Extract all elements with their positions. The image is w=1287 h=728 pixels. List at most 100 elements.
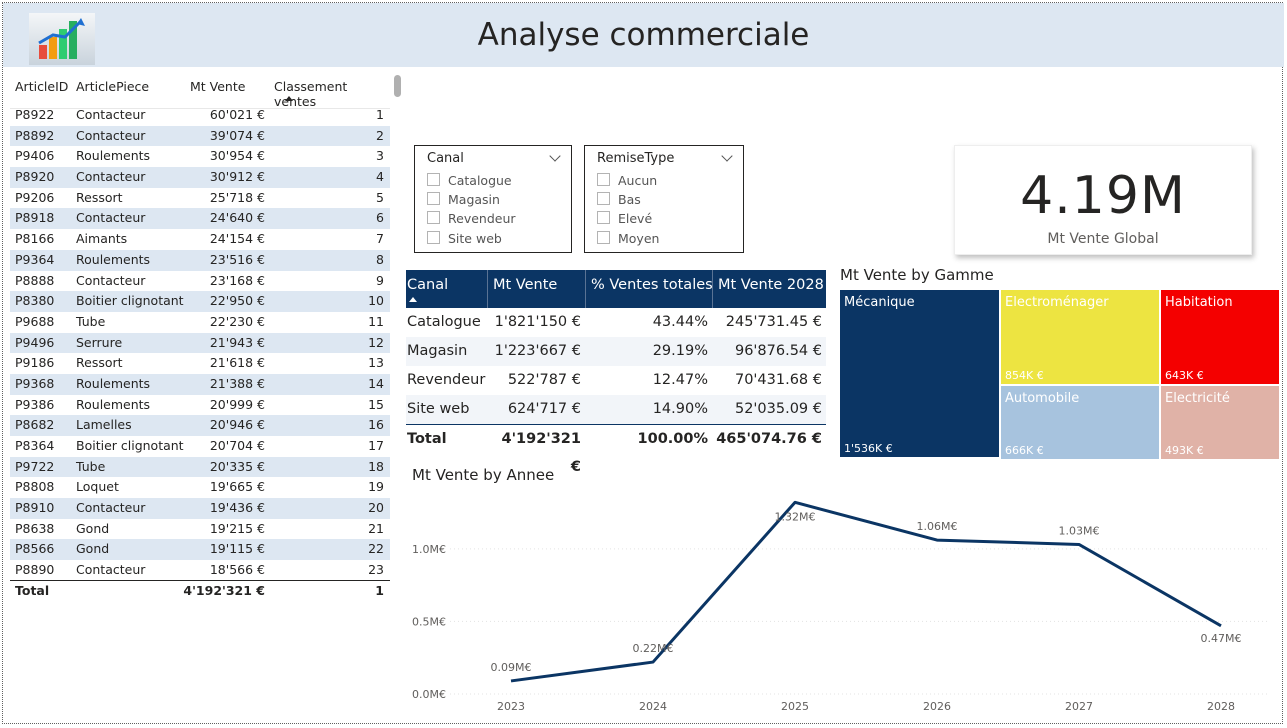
table-row[interactable]: P9688 Tube 22'230 € 11 <box>10 312 390 333</box>
cell-articlepiece: Aimants <box>76 231 128 247</box>
slicer-option-catalogue[interactable]: Catalogue <box>427 172 512 190</box>
treemap-tile-electromenager[interactable]: Electroménager 854K € <box>1001 290 1161 386</box>
column-divider <box>712 270 713 308</box>
option-label: Catalogue <box>448 173 512 188</box>
treemap-tile-habitation[interactable]: Habitation 643K € <box>1161 290 1279 386</box>
table-row[interactable]: P8808 Loquet 19'665 € 19 <box>10 477 390 498</box>
column-header-pct-ventes[interactable]: % Ventes totales <box>591 277 713 293</box>
canal-sales-table[interactable]: Canal Mt Vente % Ventes totales Mt Vente… <box>406 270 826 475</box>
x-tick-label: 2024 <box>639 700 667 713</box>
cell-pct: 43.44% <box>652 314 708 330</box>
table-row[interactable]: P8922 Contacteur 60'021 € 1 <box>10 105 390 126</box>
slicer-option-revendeur[interactable]: Revendeur <box>427 210 516 228</box>
checkbox-icon[interactable] <box>597 211 610 224</box>
table-row[interactable]: P8682 Lamelles 20'946 € 16 <box>10 415 390 436</box>
tile-value: 1'536K € <box>844 442 893 455</box>
table-row[interactable]: P8890 Contacteur 18'566 € 23 <box>10 560 390 581</box>
cell-articleid: P9688 <box>15 313 55 329</box>
table-row[interactable]: P8888 Contacteur 23'168 € 9 <box>10 271 390 292</box>
table-row[interactable]: Catalogue 1'821'150 € 43.44% 245'731.45 … <box>406 308 826 337</box>
option-label: Moyen <box>618 231 660 246</box>
treemap-tile-mecanique[interactable]: Mécanique 1'536K € <box>840 290 1001 459</box>
slicer-remisetype[interactable]: RemiseType Aucun Bas Elevé Moyen <box>584 145 744 253</box>
treemap-gamme[interactable]: Mécanique 1'536K € Electroménager 854K €… <box>840 290 1279 459</box>
column-header-canal[interactable]: Canal <box>407 277 448 293</box>
treemap-tile-automobile[interactable]: Automobile 666K € <box>1001 386 1161 459</box>
table-row[interactable]: Magasin 1'223'667 € 29.19% 96'876.54 € <box>406 337 826 366</box>
cell-classement: 8 <box>376 251 384 267</box>
table-row[interactable]: P8566 Gond 19'115 € 22 <box>10 539 390 561</box>
column-header-articleid[interactable]: ArticleID <box>15 79 68 94</box>
table-row[interactable]: P8918 Contacteur 24'640 € 6 <box>10 208 390 230</box>
slicer-option-magasin[interactable]: Magasin <box>427 191 500 209</box>
column-divider <box>487 270 488 308</box>
slicer-option-eleve[interactable]: Elevé <box>597 210 652 228</box>
checkbox-icon[interactable] <box>427 173 440 186</box>
table-row[interactable]: P9368 Roulements 21'388 € 14 <box>10 373 390 395</box>
cell-mt-vente: 19'115 € <box>209 541 265 557</box>
table-row[interactable]: P8166 Aimants 24'154 € 7 <box>10 229 390 250</box>
chevron-down-icon[interactable] <box>721 150 733 162</box>
table-row[interactable]: Site web 624'717 € 14.90% 52'035.09 € <box>406 395 826 424</box>
article-sales-table[interactable]: ArticleID ArticlePiece Mt Vente Classeme… <box>10 74 390 598</box>
cell-mt-vente: 19'665 € <box>209 479 265 495</box>
cell-classement: 18 <box>368 458 384 474</box>
table-row[interactable]: Revendeur 522'787 € 12.47% 70'431.68 € <box>406 366 826 395</box>
y-tick-label: 0.5M€ <box>412 615 446 628</box>
table-row[interactable]: P9406 Roulements 30'954 € 3 <box>10 146 390 167</box>
checkbox-icon[interactable] <box>427 192 440 205</box>
chevron-down-icon[interactable] <box>549 150 561 162</box>
table-row[interactable]: P9186 Ressort 21'618 € 13 <box>10 353 390 374</box>
option-label: Elevé <box>618 211 653 226</box>
cell-articlepiece: Lamelles <box>76 417 132 433</box>
column-header-mt-vente[interactable]: Mt Vente <box>493 277 557 293</box>
line-chart-title: Mt Vente by Annee <box>412 466 555 484</box>
table-row[interactable]: P9364 Roulements 23'516 € 8 <box>10 249 390 271</box>
slicer-canal[interactable]: Canal Catalogue Magasin Revendeur Site w… <box>414 145 572 253</box>
checkbox-icon[interactable] <box>427 231 440 244</box>
line-chart-annee[interactable]: 0.0M€ 0.5M€ 1.0M€ 2023 2024 2025 2026 2027 2028 0… <box>400 488 1280 720</box>
table-row[interactable]: P8380 Boitier clignotant 22'950 €10 <box>10 291 390 312</box>
table-row[interactable]: P9206 Ressort 25'718 € 5 <box>10 188 390 209</box>
series-line <box>510 500 1222 683</box>
column-header-articlepiece[interactable]: ArticlePiece <box>76 79 149 94</box>
slicer-option-moyen[interactable]: Moyen <box>597 230 659 248</box>
table-row[interactable]: P8920 Contacteur 30'912 € 4 <box>10 167 390 188</box>
checkbox-icon[interactable] <box>597 192 610 205</box>
table-row[interactable]: P9386 Roulements 20'999 € 15 <box>10 395 390 416</box>
cell-classement: 13 <box>368 355 384 371</box>
cell-articleid: P8682 <box>15 417 55 433</box>
table-scrollbar[interactable] <box>394 75 401 97</box>
table-row[interactable]: P8910 Contacteur 19'436 € 20 <box>10 498 390 519</box>
cell-articleid: P8920 <box>15 169 55 185</box>
cell-classement: 6 <box>376 210 384 226</box>
option-label: Aucun <box>618 173 658 188</box>
checkbox-icon[interactable] <box>427 211 440 224</box>
table-header: Canal Mt Vente % Ventes totales Mt Vente… <box>406 270 826 308</box>
column-header-mt-vente[interactable]: Mt Vente <box>190 79 245 94</box>
table-row[interactable]: P8638 Gond 19'215 € 21 <box>10 519 390 540</box>
x-tick-label: 2028 <box>1207 700 1235 713</box>
data-label: 0.09M€ <box>491 661 532 674</box>
table-row[interactable]: P9722 Tube 20'335 € 18 <box>10 456 390 478</box>
table-row[interactable]: P9496 Serrure 21'943 € 12 <box>10 332 390 354</box>
x-tick-label: 2023 <box>497 700 525 713</box>
checkbox-icon[interactable] <box>597 173 610 186</box>
cell-articlepiece: Roulements <box>76 251 151 267</box>
slicer-option-aucun[interactable]: Aucun <box>597 172 657 190</box>
treemap-tile-electricite[interactable]: Electricité 493K € <box>1161 386 1279 459</box>
checkbox-icon[interactable] <box>597 231 610 244</box>
kpi-card[interactable]: 4.19M Mt Vente Global <box>954 145 1252 255</box>
slicer-option-bas[interactable]: Bas <box>597 191 641 209</box>
x-tick-label: 2027 <box>1065 700 1093 713</box>
table-row[interactable]: P8892 Contacteur 39'074 € 2 <box>10 125 390 147</box>
slicer-title: Canal <box>427 151 464 166</box>
table-total-row: Total 4'192'321 € 1 <box>10 580 390 601</box>
table-row[interactable]: P8364 Boitier clignotant 20'704 €17 <box>10 436 390 457</box>
slicer-option-site-web[interactable]: Site web <box>427 230 502 248</box>
data-label: 1.32M€ <box>775 510 816 523</box>
cell-mt-vente: 19'436 € <box>209 500 265 516</box>
column-header-mt-vente-2028[interactable]: Mt Vente 2028 <box>718 277 824 293</box>
total-mt-vente: 4'192'321 € <box>183 583 265 598</box>
cell-mt-vente: 18'566 € <box>209 562 265 578</box>
